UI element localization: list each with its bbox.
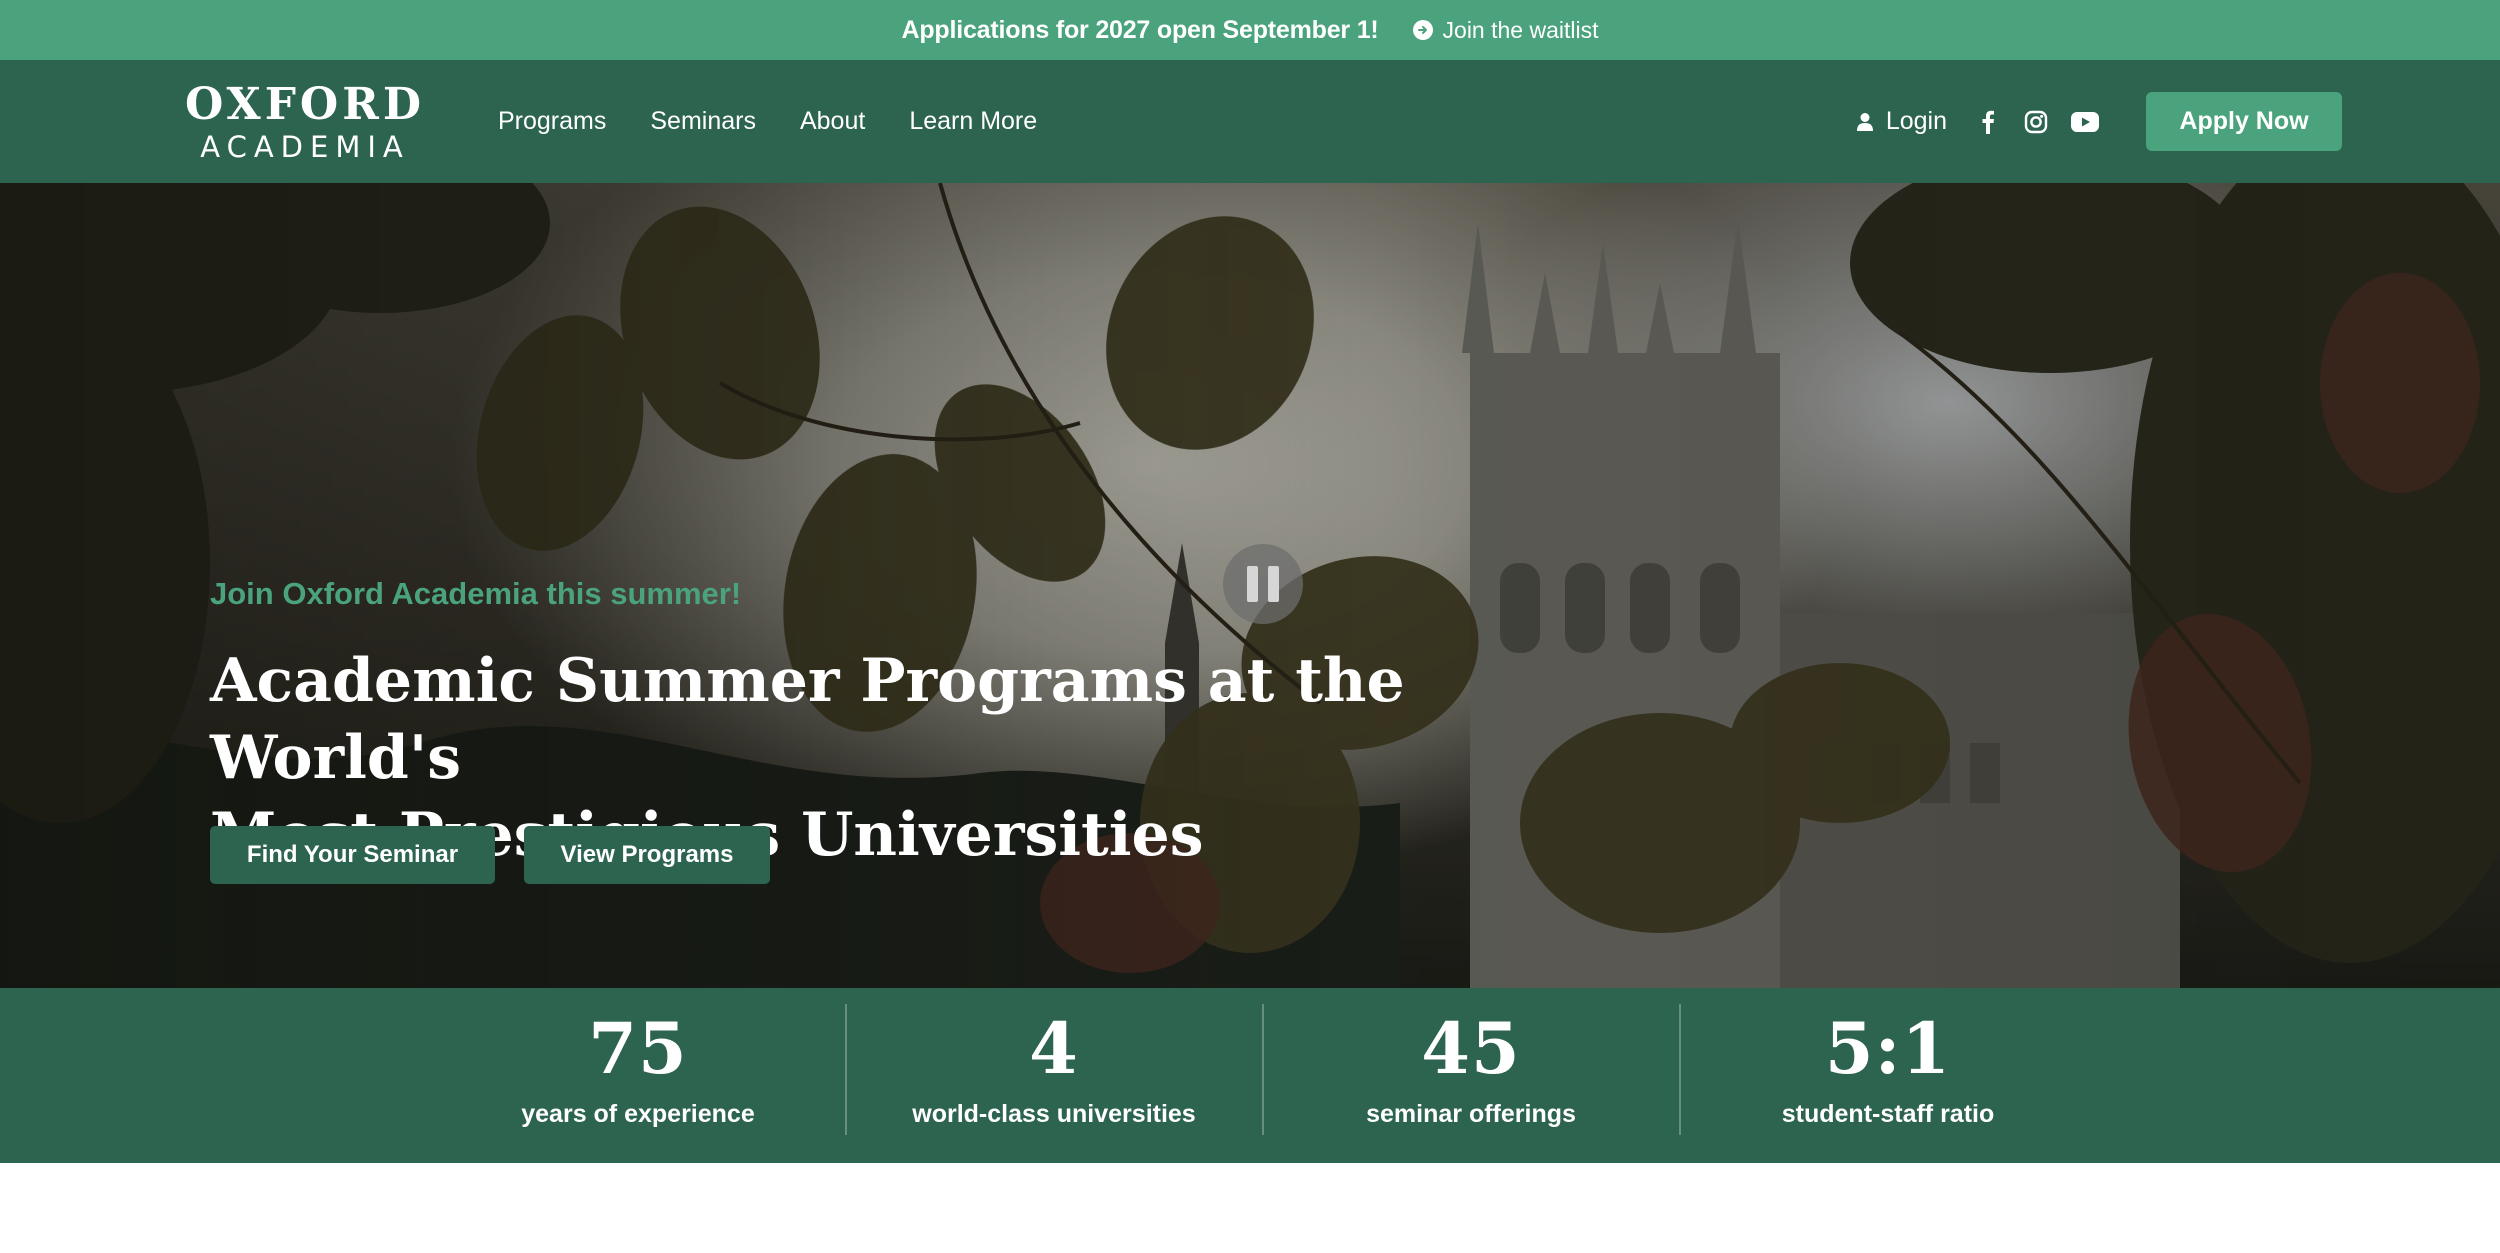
facebook-icon[interactable] <box>1975 109 2001 135</box>
stat-label: world-class universities <box>912 1100 1196 1128</box>
login-link[interactable]: Login <box>1856 107 1947 136</box>
stat-ratio: 5:1 student-staff ratio <box>1680 988 2096 1163</box>
stat-value: 4 <box>1029 1007 1079 1090</box>
nav-link-learn-more[interactable]: Learn More <box>909 107 1037 136</box>
hero-headline-line-1: Academic Summer Programs at the World's <box>210 646 1405 793</box>
stats-strip: 75 years of experience 4 world-class uni… <box>0 988 2500 1163</box>
user-icon <box>1856 112 1873 131</box>
hero-eyebrow: Join Oxford Academia this summer! <box>210 576 742 611</box>
hero-cta-group: Find Your Seminar View Programs <box>210 826 770 884</box>
pause-icon-bar <box>1268 566 1279 602</box>
logo-wordmark-top: OXFORD <box>185 79 425 130</box>
stat-value: 75 <box>588 1007 688 1090</box>
stat-label: seminar offerings <box>1366 1100 1576 1128</box>
nav-actions: Login Apply Now <box>1856 60 2342 183</box>
stat-label: student-staff ratio <box>1781 1100 1995 1128</box>
logo[interactable]: OXFORD ACADEMIA <box>185 79 425 165</box>
hero-banner: Join Oxford Academia this summer! Academ… <box>0 183 2500 988</box>
stat-label: years of experience <box>521 1100 755 1128</box>
announcement-bar: Applications for 2027 open September 1! … <box>0 0 2500 60</box>
stat-universities: 4 world-class universities <box>846 988 1262 1163</box>
main-navbar: OXFORD ACADEMIA Programs Seminars About … <box>0 60 2500 183</box>
find-seminar-button[interactable]: Find Your Seminar <box>210 826 495 884</box>
apply-now-button[interactable]: Apply Now <box>2146 92 2342 151</box>
stat-value: 45 <box>1421 1007 1521 1090</box>
waitlist-link[interactable]: Join the waitlist <box>1412 16 1599 44</box>
pause-video-button[interactable] <box>1223 544 1303 624</box>
nav-link-about[interactable]: About <box>800 107 865 136</box>
announcement-text: Applications for 2027 open September 1! <box>901 15 1379 44</box>
logo-wordmark-bottom: ACADEMIA <box>200 130 410 164</box>
waitlist-label: Join the waitlist <box>1442 16 1599 43</box>
stat-value: 5:1 <box>1824 1007 1952 1090</box>
nav-link-programs[interactable]: Programs <box>498 107 606 136</box>
instagram-icon[interactable] <box>2023 109 2049 135</box>
primary-nav: Programs Seminars About Learn More <box>498 60 1037 183</box>
login-label: Login <box>1885 107 1947 135</box>
nav-link-seminars[interactable]: Seminars <box>650 107 756 136</box>
youtube-icon[interactable] <box>2071 109 2099 135</box>
arrow-right-circle-icon <box>1412 20 1433 40</box>
stat-seminars: 45 seminar offerings <box>1263 988 1679 1163</box>
stat-years: 75 years of experience <box>430 988 846 1163</box>
pause-icon-bar <box>1247 566 1258 602</box>
view-programs-button[interactable]: View Programs <box>524 826 770 884</box>
